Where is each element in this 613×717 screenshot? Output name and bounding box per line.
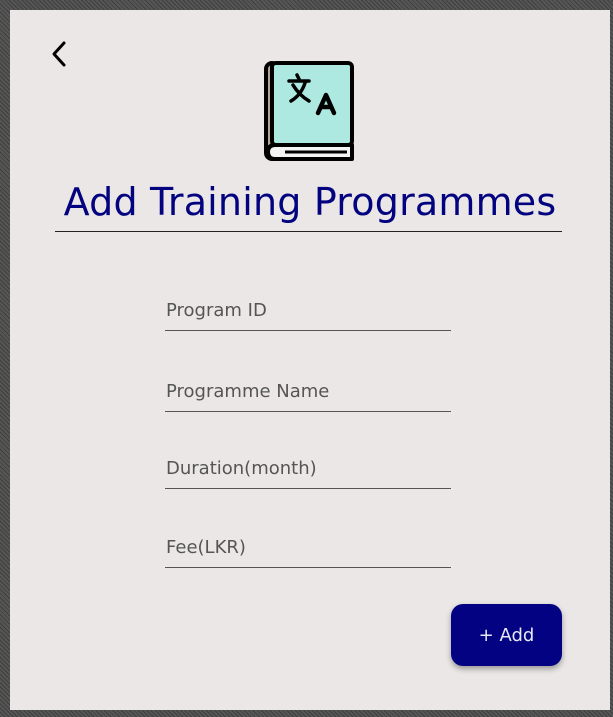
page-title: Add Training Programmes — [63, 180, 557, 224]
form-card: Add Training Programmes + Add — [10, 10, 610, 710]
title-divider — [55, 231, 562, 232]
chevron-left-icon — [52, 41, 66, 67]
back-button[interactable] — [46, 38, 74, 70]
duration-field[interactable] — [165, 449, 451, 489]
add-button[interactable]: + Add — [451, 604, 562, 666]
translate-book-icon — [263, 61, 355, 165]
programme-name-field[interactable] — [165, 372, 451, 412]
program-id-field[interactable] — [165, 291, 451, 331]
fee-field[interactable] — [165, 528, 451, 568]
